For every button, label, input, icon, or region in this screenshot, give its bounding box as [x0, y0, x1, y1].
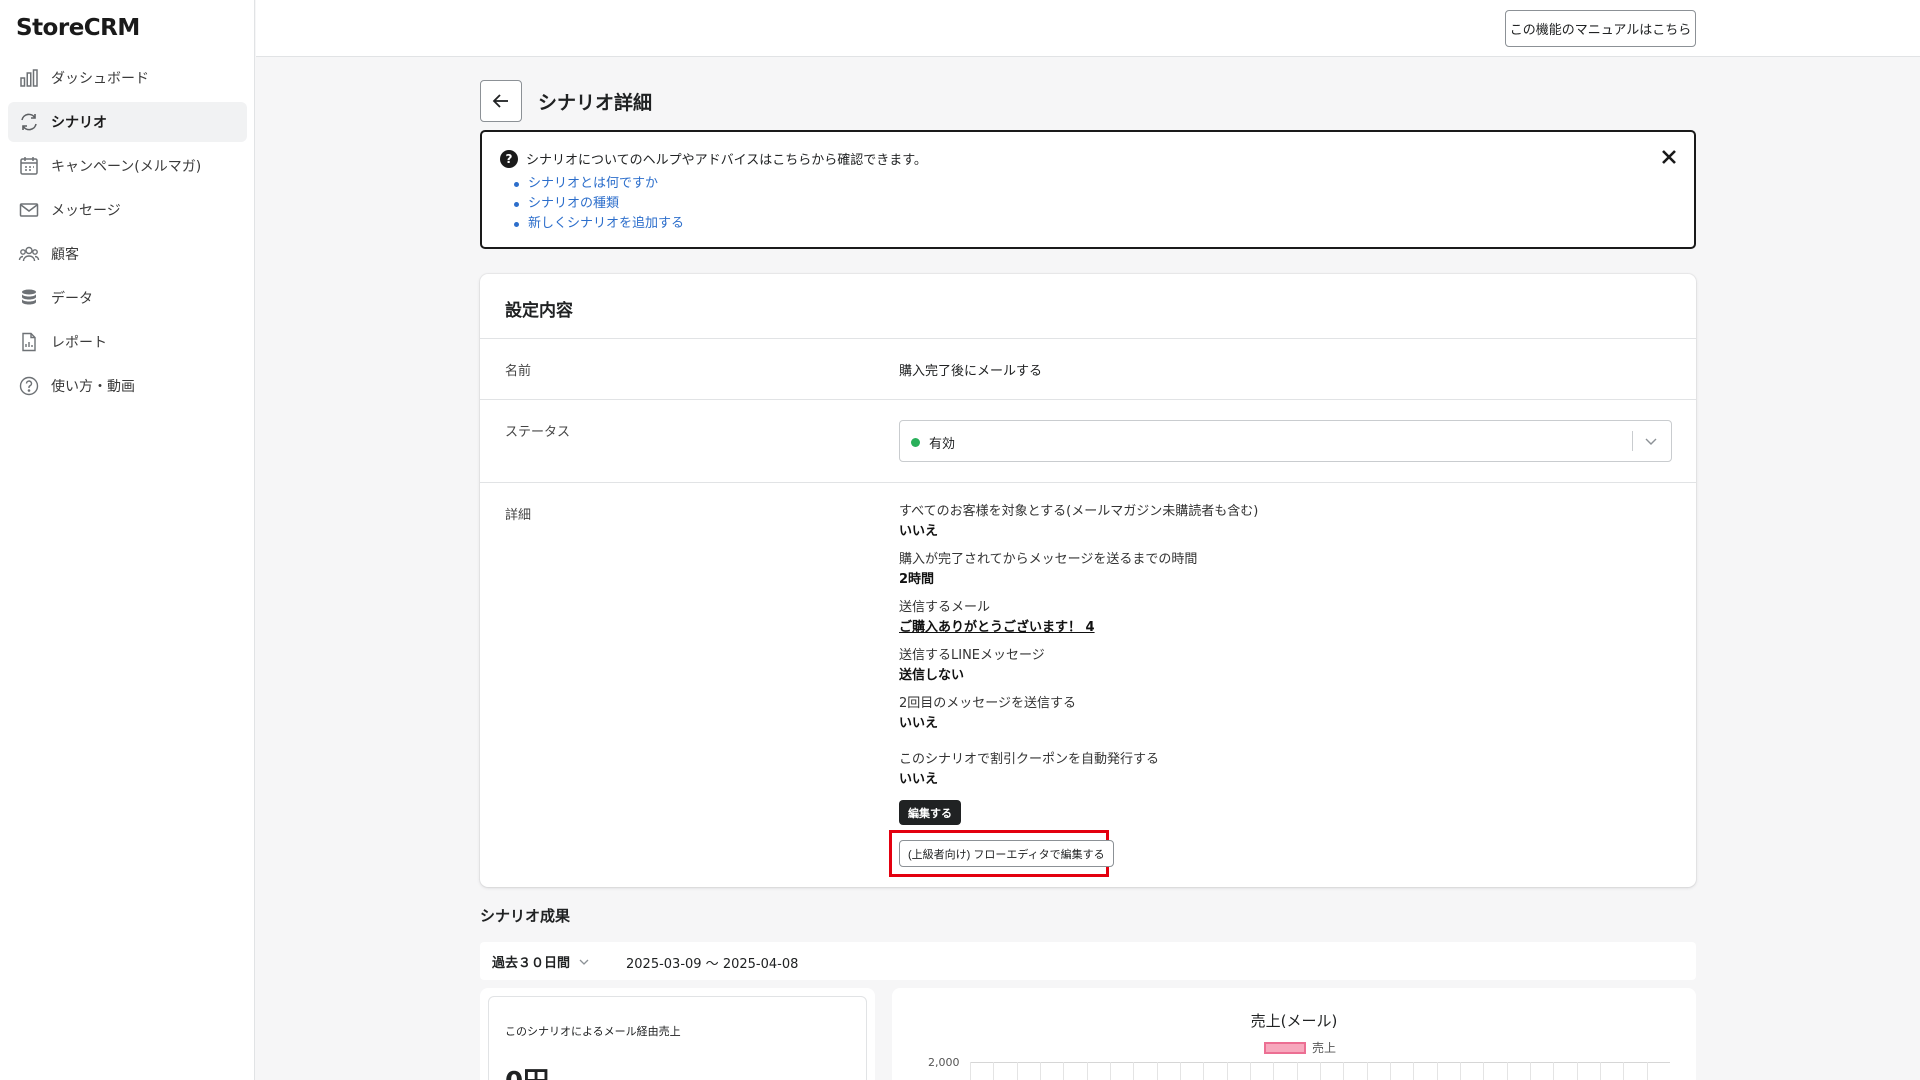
detail-item-label: 送信するメール [899, 600, 991, 615]
detail-item-label: 送信するLINEメッセージ [899, 648, 1045, 663]
stat-card: このシナリオによるメール経由売上 0円 [480, 988, 875, 1080]
status-value: 有効 [929, 437, 956, 452]
report-icon [17, 330, 41, 354]
legend-swatch [1264, 1041, 1306, 1054]
name-value: 購入完了後にメールする [899, 364, 1043, 379]
detail-item-label: すべてのお客様を対象とする(メールマガジン未購読者も含む) [899, 504, 1259, 519]
detail-send-line: 送信するLINEメッセージ 送信しない [899, 646, 1045, 686]
bar-chart-icon [17, 66, 41, 90]
settings-title: 設定内容 [505, 301, 573, 321]
detail-item-value: いいえ [899, 716, 939, 731]
status-label: ステータス [505, 425, 571, 440]
detail-item-value: 2時間 [899, 572, 935, 587]
stat-inner: このシナリオによるメール経由売上 0円 [488, 996, 867, 1080]
detail-item-label: このシナリオで割引クーポンを自動発行する [899, 752, 1160, 767]
chevron-down-icon [578, 956, 590, 968]
page-title: シナリオ詳細 [538, 91, 653, 114]
legend-label: 売上 [1312, 1041, 1337, 1055]
stat-label: このシナリオによるメール経由売上 [505, 1025, 681, 1038]
mail-link[interactable]: ご購入ありがとうございます！ 4 [899, 618, 1095, 638]
page-header: シナリオ詳細 [480, 80, 652, 122]
detail-item-value: いいえ [899, 524, 939, 539]
select-separator [1632, 431, 1633, 451]
app-logo: StoreCRM [16, 15, 140, 41]
detail-item-label: 購入が完了されてからメッセージを送るまでの時間 [899, 552, 1198, 567]
detail-item-label: 2回目のメッセージを送信する [899, 696, 1077, 711]
sidebar-item-label: 顧客 [51, 247, 79, 263]
sales-chart-card: 売上(メール) 売上 2,000 [892, 988, 1696, 1080]
sidebar-item-report[interactable]: レポート [8, 322, 247, 362]
help-link-add-scenario[interactable]: 新しくシナリオを追加する [513, 214, 684, 234]
status-select[interactable]: 有効 [899, 420, 1672, 462]
edit-button[interactable]: 編集する [899, 800, 961, 825]
sidebar-item-label: シナリオ [51, 115, 107, 131]
sidebar-item-message[interactable]: メッセージ [8, 190, 247, 230]
detail-item-value: 送信しない [899, 668, 965, 683]
detail-target-all: すべてのお客様を対象とする(メールマガジン未購読者も含む) いいえ [899, 502, 1258, 542]
top-bar: この機能のマニュアルはこちら [256, 0, 1920, 57]
refresh-icon [17, 110, 41, 134]
divider [480, 399, 1696, 400]
sidebar-item-customers[interactable]: 顧客 [8, 234, 247, 274]
chart-legend[interactable]: 売上 [1264, 1039, 1336, 1056]
chevron-down-icon [1643, 433, 1659, 449]
y-tick-label: 2,000 [928, 1056, 960, 1069]
status-dot [911, 438, 920, 447]
sidebar: StoreCRM ダッシュボード シナリオ キャンペーン(メルマガ) メッセージ [0, 0, 255, 1080]
sidebar-nav: ダッシュボード シナリオ キャンペーン(メルマガ) メッセージ 顧客 データ レ… [8, 58, 247, 410]
database-icon [17, 286, 41, 310]
sidebar-item-howto[interactable]: 使い方・動画 [8, 366, 247, 406]
detail-label: 詳細 [505, 508, 532, 523]
period-select[interactable]: 過去３０日間 [492, 952, 590, 971]
help-text: シナリオについてのヘルプやアドバイスはこちらから確認できます。 [526, 153, 927, 168]
sidebar-item-label: ダッシュボード [51, 71, 149, 87]
sidebar-item-scenario[interactable]: シナリオ [8, 102, 247, 142]
help-circle-icon [17, 374, 41, 398]
sidebar-item-campaign[interactable]: キャンペーン(メルマガ) [8, 146, 247, 186]
mail-icon [17, 198, 41, 222]
help-link-what-is-scenario[interactable]: シナリオとは何ですか [513, 174, 684, 194]
arrow-left-icon [492, 94, 508, 108]
flow-editor-button[interactable]: (上級者向け) フローエディタで編集する [899, 840, 1114, 867]
detail-coupon: このシナリオで割引クーポンを自動発行する いいえ [899, 750, 1159, 790]
back-button[interactable] [480, 80, 522, 122]
sidebar-item-label: 使い方・動画 [51, 379, 135, 395]
period-bar: 過去３０日間 2025-03-09 〜 2025-04-08 [480, 942, 1696, 980]
period-label: 過去３０日間 [492, 956, 571, 971]
detail-second-message: 2回目のメッセージを送信する いいえ [899, 694, 1076, 734]
sidebar-item-label: メッセージ [51, 203, 121, 219]
sidebar-item-label: キャンペーン(メルマガ) [51, 159, 202, 175]
sidebar-item-label: レポート [51, 335, 107, 351]
detail-send-delay: 購入が完了されてからメッセージを送るまでの時間 2時間 [899, 550, 1197, 590]
users-icon [17, 242, 41, 266]
results-title: シナリオ成果 [480, 907, 571, 925]
settings-card: 設定内容 名前 購入完了後にメールする ステータス 有効 詳細 すべてのお客様を… [480, 274, 1696, 887]
calendar-icon [17, 154, 41, 178]
manual-button[interactable]: この機能のマニュアルはこちら [1505, 10, 1696, 47]
chart-title: 売上(メール) [1250, 1012, 1338, 1030]
question-icon: ? [500, 149, 518, 168]
close-icon[interactable] [1658, 146, 1680, 168]
divider [480, 338, 1696, 339]
divider [480, 482, 1696, 483]
chart-grid [970, 1062, 1670, 1080]
help-banner: ? シナリオについてのヘルプやアドバイスはこちらから確認できます。 シナリオとは… [480, 130, 1696, 249]
detail-item-value: いいえ [899, 772, 939, 787]
help-header: ? シナリオについてのヘルプやアドバイスはこちらから確認できます。 [500, 149, 927, 168]
name-label: 名前 [505, 364, 532, 379]
help-links: シナリオとは何ですか シナリオの種類 新しくシナリオを追加する [513, 174, 684, 234]
stat-value: 0円 [505, 1061, 549, 1080]
sidebar-item-data[interactable]: データ [8, 278, 247, 318]
detail-send-mail: 送信するメール ご購入ありがとうございます！ 4 [899, 598, 1095, 638]
help-link-scenario-types[interactable]: シナリオの種類 [513, 194, 684, 214]
period-range: 2025-03-09 〜 2025-04-08 [626, 957, 799, 972]
sidebar-item-dashboard[interactable]: ダッシュボード [8, 58, 247, 98]
sidebar-item-label: データ [51, 291, 93, 307]
